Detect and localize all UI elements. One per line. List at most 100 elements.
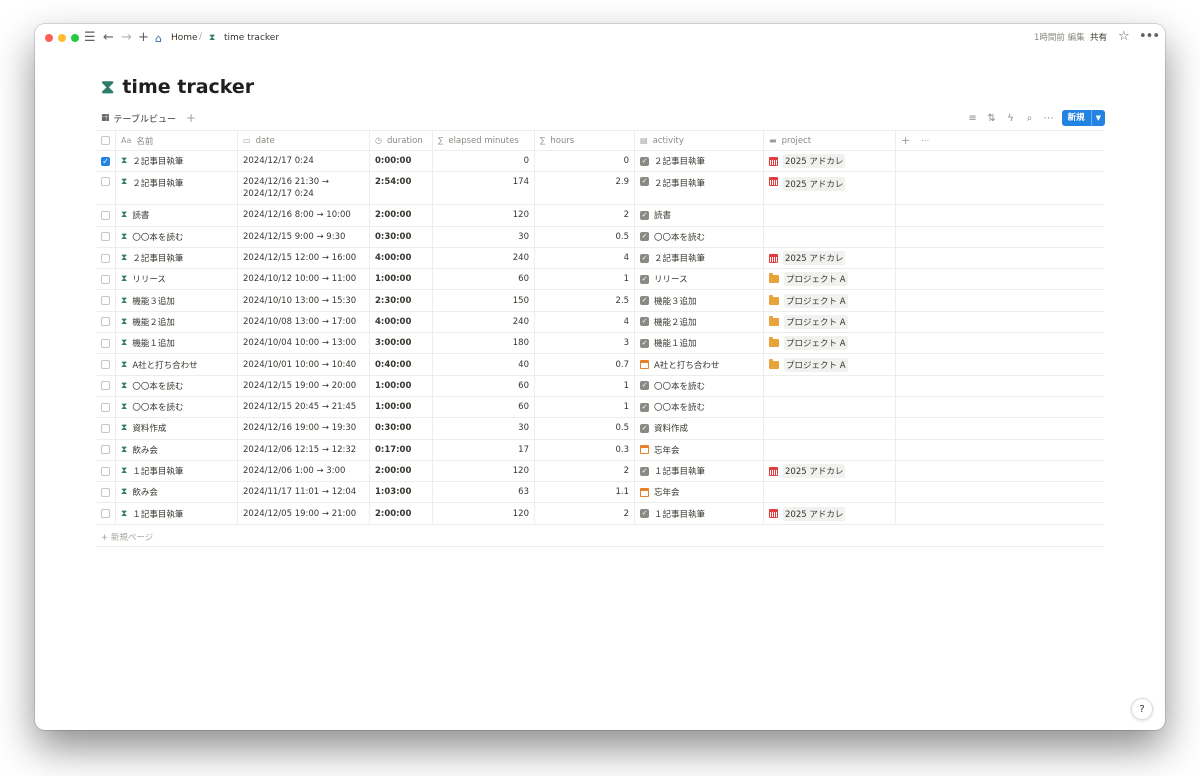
project-cell[interactable]: プロジェクト A [764, 311, 896, 333]
elapsed-minutes-cell[interactable]: 17 [433, 439, 535, 460]
activity-value[interactable]: 〇〇本を読む [654, 401, 705, 413]
share-button[interactable]: 共有 [1090, 32, 1107, 44]
activity-value[interactable]: ２記事目執筆 [654, 177, 705, 189]
favorite-star-icon[interactable]: ☆ [1118, 29, 1130, 45]
table-row[interactable]: ✓ ⧗ ２記事目執筆 2024/12/17 0:24 0:00:00 0 0 ✓ ２記事目執筆 2… [96, 151, 1104, 173]
activity-value[interactable]: 〇〇本を読む [654, 380, 705, 392]
row-select-checkbox[interactable] [96, 439, 116, 460]
date-cell[interactable]: 2024/12/15 20:45 → 21:45 [238, 396, 370, 418]
project-value[interactable]: プロジェクト A [784, 293, 848, 308]
activity-cell[interactable]: ✓ ２記事目執筆 [635, 151, 764, 172]
hours-cell[interactable]: 2 [535, 205, 635, 226]
forward-arrow-icon[interactable]: → [121, 30, 132, 46]
hours-cell[interactable]: 0.7 [535, 354, 635, 375]
project-cell[interactable] [764, 439, 896, 460]
row-select-checkbox[interactable] [96, 269, 116, 290]
table-row[interactable]: ⧗ 機能２追加 2024/10/08 13:00 → 17:00 4:00:00 240… [96, 311, 1104, 334]
date-cell[interactable]: 2024/12/16 19:00 → 19:30 [238, 418, 370, 439]
row-select-checkbox[interactable]: ✓ [96, 151, 116, 172]
activity-value[interactable]: 〇〇本を読む [654, 231, 705, 243]
project-cell[interactable]: 2025 アドカレ [764, 247, 896, 269]
name-cell[interactable]: ⧗ １記事目執筆 [116, 503, 238, 524]
activity-value[interactable]: 機能３追加 [654, 295, 697, 307]
table-row[interactable]: ⧗ 資料作成 2024/12/16 19:00 → 19:30 0:30:00 30 0.… [96, 418, 1104, 440]
more-options-icon[interactable]: ••• [1139, 29, 1160, 45]
activity-cell[interactable]: ✓ １記事目執筆 [635, 503, 764, 524]
date-cell[interactable]: 2024/12/15 9:00 → 9:30 [238, 226, 370, 247]
hours-cell[interactable]: 0 [535, 151, 635, 172]
sort-icon[interactable]: ⇅ [983, 113, 1001, 124]
activity-cell[interactable]: ✓ 資料作成 [635, 418, 764, 439]
project-cell[interactable]: 2025 アドカレ [764, 503, 896, 524]
hours-cell[interactable]: 2 [535, 503, 635, 524]
name-cell[interactable]: ⧗ 飲み会 [116, 482, 238, 503]
row-select-checkbox[interactable] [96, 354, 116, 375]
hours-cell[interactable]: 3 [535, 333, 635, 354]
search-icon[interactable]: ⌕ [1021, 113, 1039, 124]
duration-cell[interactable]: 2:00:00 [370, 460, 433, 482]
filter-icon[interactable]: ≡ [964, 113, 982, 124]
table-row[interactable]: ⧗ 飲み会 2024/11/17 11:01 → 12:04 1:03:00 63 1.1… [96, 482, 1104, 504]
hours-cell[interactable]: 1 [535, 269, 635, 290]
menu-icon[interactable]: ☰ [84, 30, 96, 46]
table-row[interactable]: ⧗ 〇〇本を読む 2024/12/15 9:00 → 9:30 0:30:00 30 0.… [96, 226, 1104, 248]
activity-value[interactable]: 忘年会 [654, 444, 680, 456]
hours-cell[interactable]: 4 [535, 247, 635, 269]
duration-cell[interactable]: 3:00:00 [370, 333, 433, 354]
column-header-duration[interactable]: ◷ duration [370, 131, 433, 150]
column-header-date[interactable]: ▭ date [238, 131, 370, 150]
hours-cell[interactable]: 1 [535, 396, 635, 418]
row-select-checkbox[interactable] [96, 375, 116, 396]
project-value[interactable]: 2025 アドカレ [783, 464, 846, 478]
table-row[interactable]: ⧗ ２記事目執筆 2024/12/15 12:00 → 16:00 4:00:00 24… [96, 247, 1104, 270]
project-value[interactable]: 2025 アドカレ [783, 506, 846, 521]
activity-value[interactable]: A社と打ち合わせ [654, 359, 719, 371]
row-select-checkbox[interactable] [96, 290, 116, 311]
table-row[interactable]: ⧗ A社と打ち合わせ 2024/10/01 10:00 → 10:40 0:40:00… [96, 354, 1104, 376]
project-cell[interactable]: プロジェクト A [764, 354, 896, 375]
name-cell[interactable]: ⧗ 機能１追加 [116, 333, 238, 354]
hours-cell[interactable]: 2.5 [535, 290, 635, 311]
table-row[interactable]: ⧗ １記事目執筆 2024/12/06 1:00 → 3:00 2:00:00 120 2… [96, 460, 1104, 483]
duration-cell[interactable]: 2:30:00 [370, 290, 433, 311]
duration-cell[interactable]: 1:00:00 [370, 396, 433, 418]
chevron-down-icon[interactable]: ▼ [1090, 110, 1105, 126]
date-cell[interactable]: 2024/12/16 8:00 → 10:00 [238, 205, 370, 226]
name-cell[interactable]: ⧗ 機能２追加 [116, 311, 238, 333]
row-select-checkbox[interactable] [96, 333, 116, 354]
activity-cell[interactable]: ✓ 〇〇本を読む [635, 226, 764, 247]
new-page-button[interactable]: + 新規ページ [101, 531, 153, 543]
project-value[interactable]: プロジェクト A [784, 272, 848, 287]
column-header-project[interactable]: ▬ project [764, 131, 896, 150]
project-value[interactable]: 2025 アドカレ [783, 251, 846, 266]
activity-cell[interactable]: A社と打ち合わせ [635, 354, 764, 375]
date-cell[interactable]: 2024/10/10 13:00 → 15:30 [238, 290, 370, 311]
column-header-elapsed-minutes[interactable]: ∑ elapsed minutes [433, 131, 535, 150]
name-cell[interactable]: ⧗ 読書 [116, 205, 238, 226]
activity-cell[interactable]: 忘年会 [635, 439, 764, 460]
name-cell[interactable]: ⧗ ２記事目執筆 [116, 151, 238, 172]
elapsed-minutes-cell[interactable]: 240 [433, 311, 535, 333]
activity-cell[interactable]: ✓ 機能１追加 [635, 333, 764, 354]
add-column-plus-icon[interactable]: + [901, 134, 910, 147]
table-row[interactable]: ⧗ 飲み会 2024/12/06 12:15 → 12:32 0:17:00 17 0.3… [96, 439, 1104, 461]
row-select-checkbox[interactable] [96, 482, 116, 503]
date-cell[interactable]: 2024/12/17 0:24 [238, 151, 370, 172]
activity-value[interactable]: ２記事目執筆 [654, 155, 705, 167]
project-value[interactable]: プロジェクト A [784, 357, 848, 372]
date-cell[interactable]: 2024/12/06 1:00 → 3:00 [238, 460, 370, 482]
activity-cell[interactable]: ✓ 〇〇本を読む [635, 396, 764, 418]
date-cell[interactable]: 2024/12/16 21:30 → 2024/12/17 0:24 [238, 172, 370, 205]
name-cell[interactable]: ⧗ A社と打ち合わせ [116, 354, 238, 375]
project-cell[interactable] [764, 226, 896, 247]
project-cell[interactable] [764, 375, 896, 396]
activity-cell[interactable]: ✓ １記事目執筆 [635, 460, 764, 482]
elapsed-minutes-cell[interactable]: 30 [433, 418, 535, 439]
column-header-name[interactable]: Aa 名前 [116, 131, 238, 150]
elapsed-minutes-cell[interactable]: 0 [433, 151, 535, 172]
activity-value[interactable]: ２記事目執筆 [654, 252, 705, 264]
table-row[interactable]: ⧗ 〇〇本を読む 2024/12/15 19:00 → 20:00 1:00:00 60… [96, 375, 1104, 397]
automation-lightning-icon[interactable]: ϟ [1002, 113, 1020, 124]
name-cell[interactable]: ⧗ 資料作成 [116, 418, 238, 439]
hours-cell[interactable]: 0.5 [535, 418, 635, 439]
